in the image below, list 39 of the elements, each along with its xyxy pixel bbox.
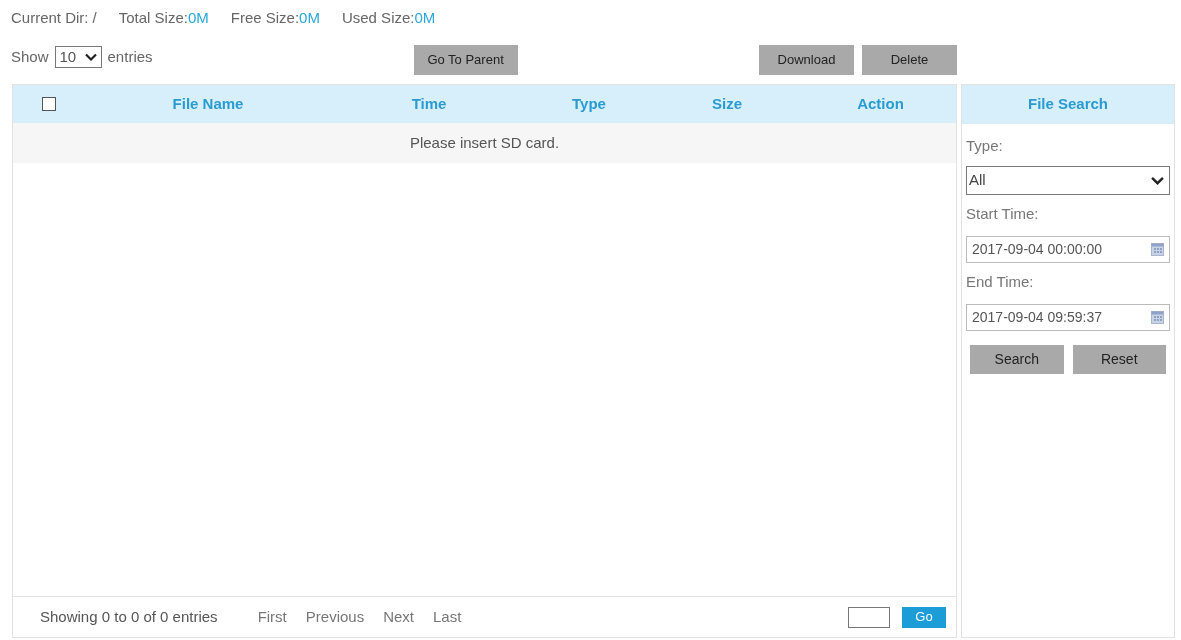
search-button[interactable]: Search (970, 345, 1064, 374)
field-label: Start Time: (966, 204, 1040, 224)
column-header[interactable]: Type (572, 92, 606, 116)
chevron-down-icon (1151, 176, 1164, 185)
type-select[interactable]: All (966, 166, 1170, 195)
size-value: 0M (187, 7, 209, 28)
go-button[interactable]: Go (902, 606, 946, 628)
download-button[interactable]: Download (759, 45, 854, 75)
entries-label: entries (107, 46, 153, 67)
size-label: Used Size: (341, 7, 415, 28)
size-label: Total Size: (118, 7, 188, 28)
column-header[interactable]: Size (712, 92, 742, 116)
current-dir-value: / (92, 7, 97, 28)
datetime-field[interactable]: 2017-09-04 09:59:37 (966, 304, 1170, 331)
pagination-link[interactable]: Previous (305, 605, 365, 629)
current-dir-label: Current Dir: (11, 7, 89, 28)
delete-button[interactable]: Delete (862, 45, 957, 75)
page-input-field[interactable] (848, 606, 890, 628)
field-label: End Time: (966, 272, 1035, 292)
pagination-link[interactable]: Last (433, 605, 462, 629)
datetime-field[interactable]: 2017-09-04 00:00:00 (966, 236, 1170, 263)
size-label: Free Size: (230, 7, 300, 28)
reset-button[interactable]: Reset (1072, 345, 1166, 374)
pagination-link[interactable]: First (257, 605, 287, 629)
entries-select[interactable]: 10 (54, 46, 102, 68)
size-value: 0M (414, 7, 436, 28)
size-value: 0M (299, 7, 320, 28)
chevron-down-icon (84, 53, 97, 61)
panel-title: File Search (1027, 94, 1108, 115)
column-header[interactable]: Time (411, 92, 447, 116)
column-header[interactable]: File Name (172, 92, 244, 116)
go-to-parent-button[interactable]: Go To Parent (413, 45, 518, 75)
column-header[interactable]: Action (857, 92, 904, 116)
select-all-checkbox[interactable] (42, 97, 56, 111)
show-label: Show (11, 46, 49, 67)
entries-info: Showing 0 to 0 of 0 entries (40, 606, 218, 627)
empty-table-message: Please insert SD card. (409, 132, 560, 153)
pagination-link[interactable]: Next (383, 605, 414, 629)
field-label: Type: (966, 136, 1004, 156)
